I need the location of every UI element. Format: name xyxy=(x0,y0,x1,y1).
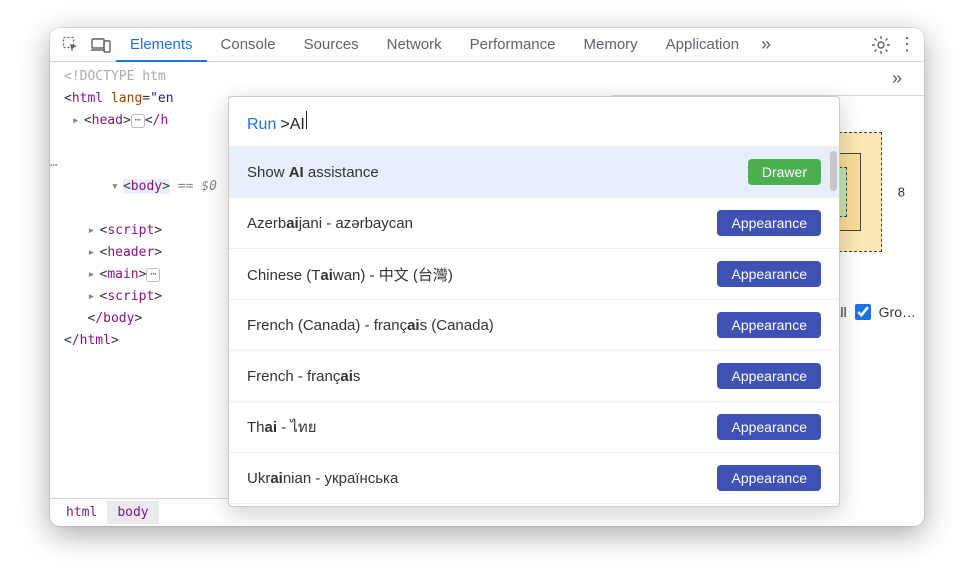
devtools-window: ElementsConsoleSourcesNetworkPerformance… xyxy=(50,28,924,526)
box-model-value: 8 xyxy=(898,185,905,200)
head-tag[interactable]: head xyxy=(92,113,123,128)
more-actions-icon[interactable]: ⋯ xyxy=(50,154,68,176)
command-item-label: Ukrainian - українська xyxy=(247,470,398,487)
command-item[interactable]: French (Canada) - français (Canada) Appea… xyxy=(229,300,839,351)
tab-elements[interactable]: Elements xyxy=(116,28,207,61)
tabs: ElementsConsoleSourcesNetworkPerformance… xyxy=(116,28,753,61)
pane-overflow-icon[interactable]: » xyxy=(892,68,902,89)
command-palette: Run >AI Show AI assistance Drawer Azerbaij… xyxy=(228,96,840,507)
device-toggle-icon[interactable] xyxy=(86,28,116,61)
breadcrumb-item[interactable]: body xyxy=(107,501,158,524)
command-item[interactable]: Thai - ไทย Appearance xyxy=(229,402,839,453)
caret-icon xyxy=(306,111,307,129)
command-item-badge: Appearance xyxy=(717,465,821,491)
command-item-badge: Appearance xyxy=(717,210,821,236)
toolbar-right: ⋮ xyxy=(868,28,924,61)
command-item[interactable]: Show ApplicationPanel xyxy=(229,504,839,506)
tab-console[interactable]: Console xyxy=(207,28,290,61)
command-item-label: Show AI assistance xyxy=(247,164,379,181)
command-input[interactable]: >AI xyxy=(280,116,304,134)
command-item-label: Chinese (Taiwan) - 中文 (台灣) xyxy=(247,264,453,285)
tabs-overflow-icon[interactable]: » xyxy=(753,28,779,61)
main-tag[interactable]: main xyxy=(107,267,138,282)
tab-sources[interactable]: Sources xyxy=(290,28,373,61)
ellipsis-icon[interactable]: ⋯ xyxy=(146,268,160,282)
tab-performance[interactable]: Performance xyxy=(456,28,570,61)
script-tag[interactable]: script xyxy=(107,223,154,238)
script-tag[interactable]: script xyxy=(107,289,154,304)
command-item-label: Azerbaijani - azərbaycan xyxy=(247,215,413,232)
styles-pane-bar: » xyxy=(612,62,924,96)
command-item[interactable]: Chinese (Taiwan) - 中文 (台灣) Appearance xyxy=(229,249,839,300)
command-item-badge: Drawer xyxy=(748,159,821,185)
command-item-label: Thai - ไทย xyxy=(247,415,317,439)
html-close: /html xyxy=(72,333,111,348)
tab-application[interactable]: Application xyxy=(652,28,753,61)
command-item-badge: Appearance xyxy=(717,414,821,440)
group-label: Gro… xyxy=(879,304,916,320)
command-item-label: French - français xyxy=(247,368,360,385)
html-open: <html lang="en xyxy=(64,91,174,106)
command-list: Show AI assistance Drawer Azerbaijani - az… xyxy=(229,146,839,506)
ellipsis-icon[interactable]: ⋯ xyxy=(131,114,145,128)
inspect-icon[interactable] xyxy=(56,28,86,61)
command-item[interactable]: Ukrainian - українська Appearance xyxy=(229,453,839,504)
body-close: /body xyxy=(95,311,134,326)
scrollbar[interactable] xyxy=(830,151,837,191)
command-item-badge: Appearance xyxy=(717,363,821,389)
selected-annotation: == $0 xyxy=(178,179,217,194)
body-tag[interactable]: <body> xyxy=(123,179,170,194)
doctype: <!DOCTYPE htm xyxy=(64,69,166,84)
command-input-row: Run >AI xyxy=(229,111,839,146)
group-checkbox[interactable] xyxy=(855,304,871,320)
command-item[interactable]: Azerbaijani - azərbaycan Appearance xyxy=(229,198,839,249)
tab-memory[interactable]: Memory xyxy=(570,28,652,61)
command-item-badge: Appearance xyxy=(717,312,821,338)
command-prefix: Run xyxy=(247,116,276,134)
breadcrumb-item[interactable]: html xyxy=(56,501,107,524)
command-item-label: French (Canada) - français (Canada) xyxy=(247,317,494,334)
command-item[interactable]: French - français Appearance xyxy=(229,351,839,402)
command-item-badge: Appearance xyxy=(717,261,821,287)
settings-icon[interactable] xyxy=(868,35,894,55)
header-tag[interactable]: header xyxy=(107,245,154,260)
tab-network[interactable]: Network xyxy=(373,28,456,61)
more-icon[interactable]: ⋮ xyxy=(898,34,916,55)
tab-bar: ElementsConsoleSourcesNetworkPerformance… xyxy=(50,28,924,62)
command-item[interactable]: Show AI assistance Drawer xyxy=(229,147,839,198)
